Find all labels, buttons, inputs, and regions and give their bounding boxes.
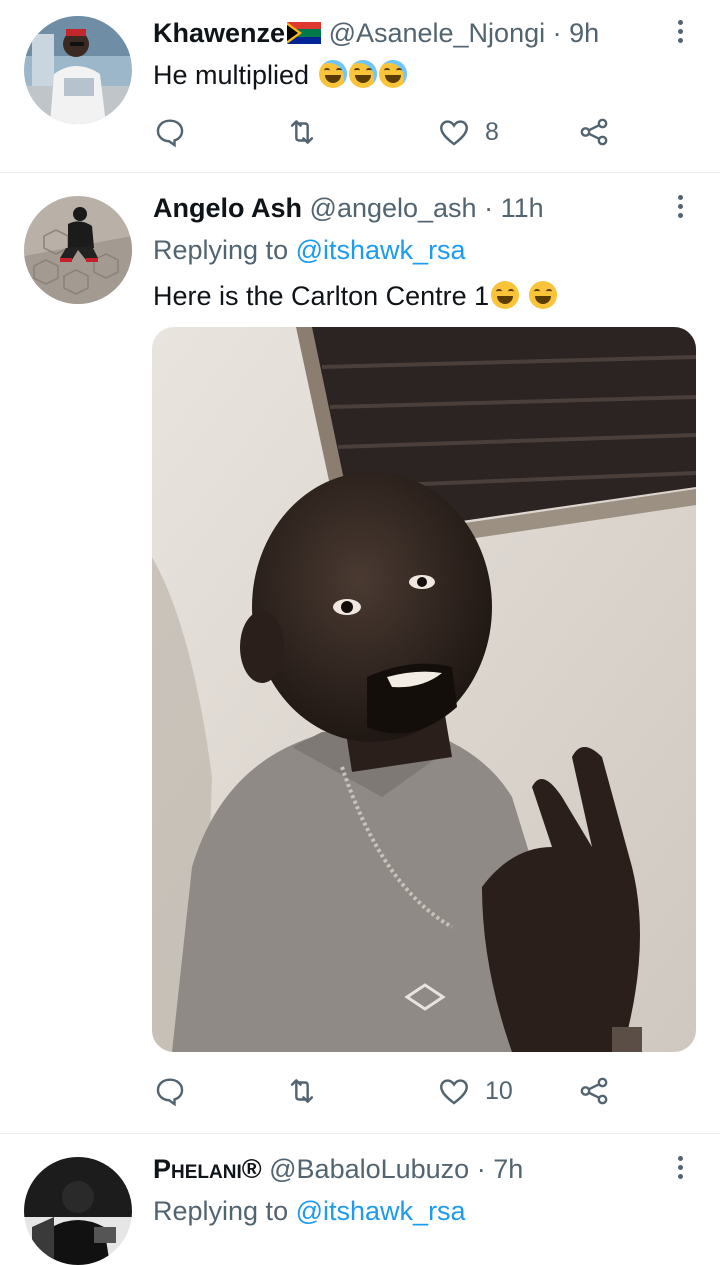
like-button[interactable]: 8	[437, 112, 499, 152]
replying-to-label: Replying to	[153, 1196, 289, 1226]
mention-link[interactable]: @itshawk_rsa	[296, 1196, 466, 1226]
more-vertical-icon[interactable]	[668, 20, 692, 50]
separator-dot: ·	[484, 193, 494, 223]
like-count: 8	[485, 117, 499, 146]
avatar[interactable]	[24, 1157, 132, 1265]
user-handle[interactable]: @angelo_ash	[310, 193, 477, 223]
display-name[interactable]: Phelani®	[153, 1154, 262, 1184]
more-vertical-icon[interactable]	[668, 195, 692, 225]
like-button[interactable]: 10	[437, 1071, 513, 1111]
display-name[interactable]: Khawenze	[153, 18, 285, 48]
reply-icon	[156, 119, 184, 148]
retweet-button[interactable]	[285, 112, 333, 152]
share-icon	[580, 1077, 608, 1105]
tweet-khawenze[interactable]: Khawenze @Asanele_Njongi · 9h He multipl…	[0, 0, 720, 172]
user-handle[interactable]: @BabaloLubuzo	[269, 1154, 469, 1184]
avatar[interactable]	[24, 196, 132, 304]
avatar-image	[24, 16, 132, 124]
avatar-image	[24, 1157, 132, 1265]
separator-dot: ·	[476, 1154, 486, 1184]
tweet-phelani[interactable]: Phelani® @BabaloLubuzo · 7h Replying to …	[0, 1134, 720, 1265]
tweet-header: Phelani® @BabaloLubuzo · 7h	[153, 1152, 523, 1186]
mention-link[interactable]: @itshawk_rsa	[296, 235, 466, 265]
tweet-header: Khawenze @Asanele_Njongi · 9h	[153, 16, 599, 50]
tweet-actions: 10	[153, 1071, 633, 1111]
reply-button[interactable]	[153, 1071, 201, 1111]
selfie-photo-image	[152, 327, 696, 1052]
south-africa-flag-icon	[287, 22, 322, 44]
tweet-photo[interactable]	[152, 327, 696, 1052]
reply-button[interactable]	[153, 112, 201, 152]
more-vertical-icon[interactable]	[668, 1156, 692, 1186]
face-with-tears-of-joy-icon	[378, 60, 407, 88]
retweet-icon	[290, 1079, 314, 1103]
replying-to-label: Replying to	[153, 235, 289, 265]
reply-icon	[156, 1078, 184, 1107]
timestamp[interactable]: 11h	[501, 193, 544, 223]
retweet-button[interactable]	[285, 1071, 333, 1111]
share-button[interactable]	[577, 1071, 611, 1111]
user-handle[interactable]: @Asanele_Njongi	[329, 18, 546, 48]
tweet-text: He multiplied	[153, 58, 407, 92]
tweet-text-body: Here is the Carlton Centre 1	[153, 281, 490, 311]
share-button[interactable]	[577, 112, 611, 152]
face-with-tears-of-joy-icon	[348, 60, 377, 88]
separator-dot: ·	[552, 18, 562, 48]
share-icon	[580, 118, 608, 146]
avatar[interactable]	[24, 16, 132, 124]
heart-icon	[440, 120, 468, 146]
tweet-header: Angelo Ash @angelo_ash · 11h	[153, 191, 544, 225]
retweet-icon	[290, 120, 314, 144]
tweet-text: Here is the Carlton Centre 1	[153, 279, 557, 313]
grinning-face-icon	[491, 281, 520, 309]
timestamp[interactable]: 7h	[493, 1154, 523, 1184]
tweet-text-body: He multiplied	[153, 60, 310, 90]
grinning-face-icon	[528, 281, 557, 309]
tweet-actions: 8	[153, 112, 633, 152]
timestamp[interactable]: 9h	[569, 18, 599, 48]
heart-icon	[440, 1079, 468, 1105]
replying-to: Replying to @itshawk_rsa	[153, 233, 466, 267]
display-name[interactable]: Angelo Ash	[153, 193, 302, 223]
like-count: 10	[485, 1076, 513, 1105]
avatar-image	[24, 196, 132, 304]
replying-to: Replying to @itshawk_rsa	[153, 1194, 466, 1228]
face-with-tears-of-joy-icon	[318, 60, 347, 88]
